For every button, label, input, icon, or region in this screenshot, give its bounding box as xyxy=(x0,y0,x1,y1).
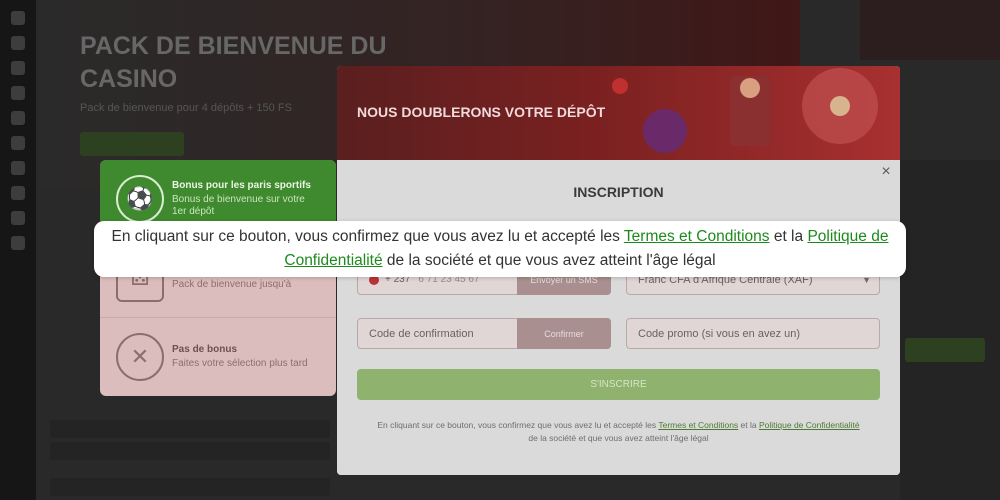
bonus-selection-panel: ⚽ Bonus pour les paris sportifs Bonus de… xyxy=(100,160,336,396)
callout-text: de la société et que vous avez atteint l… xyxy=(382,252,716,269)
bonus-option-desc: Faites votre sélection plus tard xyxy=(172,358,308,369)
confirm-button[interactable]: Confirmer xyxy=(517,318,611,349)
bonus-option-none[interactable]: ✕ Pas de bonus Faites votre sélection pl… xyxy=(100,318,336,396)
register-button[interactable]: S'INSCRIRE xyxy=(357,369,880,400)
promo-code-placeholder: Code promo (si vous en avez un) xyxy=(638,327,801,340)
promo-code-input[interactable]: Code promo (si vous en avez un) xyxy=(626,318,880,349)
promo-artwork-icon xyxy=(612,68,878,153)
close-icon[interactable]: × xyxy=(878,164,894,180)
legal-notice: En cliquant sur ce bouton, vous confirme… xyxy=(377,419,860,445)
legal-callout: En cliquant sur ce bouton, vous confirme… xyxy=(94,221,906,277)
bonus-option-title: Bonus pour les paris sportifs xyxy=(172,180,311,191)
legal-text: de la société et que vous avez atteint l… xyxy=(528,433,709,443)
confirmation-code-placeholder: Code de confirmation xyxy=(369,327,474,340)
modal-heading: INSCRIPTION xyxy=(573,184,664,200)
callout-text: et la xyxy=(769,228,808,245)
no-bonus-x-icon: ✕ xyxy=(116,333,164,381)
bonus-option-desc: Bonus de bienvenue sur votre 1er dépôt xyxy=(172,194,305,217)
bonus-option-desc: Pack de bienvenue jusqu'à xyxy=(172,279,292,290)
banner-title: NOUS DOUBLERONS VOTRE DÉPÔT xyxy=(357,104,606,120)
legal-text: et la xyxy=(738,420,759,430)
soccer-ball-icon: ⚽ xyxy=(116,175,164,223)
bonus-option-title: Pas de bonus xyxy=(172,344,238,355)
modal-banner: NOUS DOUBLERONS VOTRE DÉPÔT xyxy=(337,66,900,160)
terms-link[interactable]: Termes et Conditions xyxy=(658,420,738,430)
modal-body: INSCRIPTION + 237 6 71 23 45 67 Envoyer … xyxy=(337,160,900,475)
privacy-link[interactable]: Politique de Confidentialité xyxy=(759,420,860,430)
callout-terms-link[interactable]: Termes et Conditions xyxy=(624,228,770,245)
callout-text: En cliquant sur ce bouton, vous confirme… xyxy=(111,228,624,245)
legal-text: En cliquant sur ce bouton, vous confirme… xyxy=(377,420,659,430)
